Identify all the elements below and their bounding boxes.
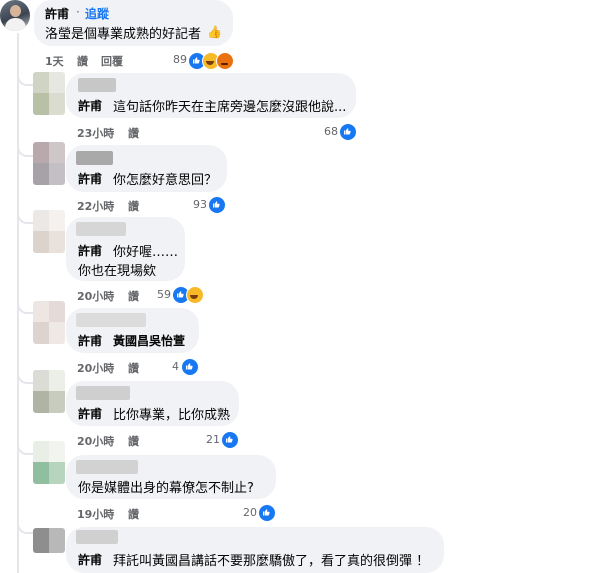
- comment-text: 洛瑩是個專業成熟的好記者: [45, 27, 202, 42]
- comment-time[interactable]: 20小時: [77, 433, 114, 449]
- comment-bubble: 許甫 黃國昌吳怡萱: [66, 308, 199, 353]
- avatar[interactable]: [33, 72, 65, 115]
- comment-time[interactable]: 22小時: [77, 198, 114, 214]
- comment-text-line-2: 你也在現場欸: [78, 264, 157, 279]
- like-button[interactable]: 讚: [128, 506, 139, 522]
- reaction-count[interactable]: 93: [193, 198, 207, 211]
- avatar[interactable]: [33, 142, 65, 185]
- comment-time[interactable]: 23小時: [77, 125, 114, 141]
- mention-tag[interactable]: 許甫: [78, 170, 102, 187]
- like-button[interactable]: 讚: [128, 198, 139, 214]
- angry-reaction-icon: [216, 52, 234, 70]
- comment-bubble: 許甫 你好喔…… 你也在現場欸: [66, 217, 185, 281]
- comment-text: 拜託叫黃國昌講話不要那麼驕傲了，看了真的很倒彈 ！: [113, 554, 430, 569]
- reply-button[interactable]: 回覆: [101, 53, 123, 69]
- thumbs-up-reaction-icon: [181, 358, 199, 376]
- follow-button[interactable]: 追蹤: [85, 5, 109, 22]
- like-button[interactable]: 讚: [128, 125, 139, 141]
- avatar[interactable]: [0, 0, 30, 31]
- comment-bubble: 許甫 比你專業，比你成熟: [66, 381, 239, 426]
- like-button[interactable]: 讚: [128, 433, 139, 449]
- mention-tag[interactable]: 許甫: [78, 97, 102, 114]
- separator-dot: ·: [76, 5, 80, 19]
- blurred-name: [76, 222, 126, 236]
- comment-author[interactable]: 許甫: [45, 5, 69, 22]
- blurred-name: [78, 78, 116, 92]
- thumbs-up-emoji-icon: 👍: [207, 25, 222, 39]
- avatar[interactable]: [33, 441, 65, 484]
- comment-time[interactable]: 20小時: [77, 360, 114, 376]
- haha-reaction-icon: [186, 286, 204, 304]
- mention-tag[interactable]: 許甫: [78, 551, 102, 568]
- blurred-name: [76, 386, 130, 400]
- reaction-count[interactable]: 20: [243, 506, 257, 519]
- thumbs-up-reaction-icon: [208, 196, 226, 214]
- blurred-name: [76, 460, 138, 474]
- like-button[interactable]: 讚: [128, 360, 139, 376]
- reaction-count[interactable]: 4: [172, 360, 179, 373]
- comment-bubble: 許甫 拜託叫黃國昌講話不要那麼驕傲了，看了真的很倒彈 ！: [66, 527, 444, 573]
- comment-text: 你是媒體出身的幕僚怎不制止?: [78, 481, 254, 496]
- reaction-count[interactable]: 89: [173, 53, 187, 66]
- mention-tag[interactable]: 許甫: [78, 332, 102, 349]
- avatar[interactable]: [33, 370, 65, 413]
- reaction-count[interactable]: 68: [324, 125, 338, 138]
- mention-tag[interactable]: 許甫: [78, 405, 102, 422]
- thumbs-up-reaction-icon: [339, 123, 357, 141]
- reaction-count[interactable]: 21: [206, 433, 220, 446]
- mention-tag[interactable]: 黃國昌吳怡萱: [113, 332, 185, 349]
- comment-time[interactable]: 1天: [45, 53, 64, 69]
- comment-time[interactable]: 19小時: [77, 506, 114, 522]
- blurred-name: [76, 313, 146, 327]
- comment-text: 比你專業，比你成熟: [113, 408, 231, 423]
- mention-tag[interactable]: 許甫: [78, 242, 102, 259]
- like-button[interactable]: 讚: [128, 288, 139, 304]
- thumbs-up-reaction-icon: [221, 431, 239, 449]
- comment-time[interactable]: 20小時: [77, 288, 114, 304]
- avatar[interactable]: [33, 301, 65, 344]
- blurred-name: [76, 530, 118, 544]
- blurred-name: [76, 151, 113, 165]
- comment-bubble: 你是媒體出身的幕僚怎不制止?: [66, 455, 276, 499]
- thumbs-up-reaction-icon: [258, 504, 276, 522]
- comment-text-line-1: 你好喔……: [113, 245, 179, 260]
- avatar[interactable]: [33, 528, 65, 553]
- like-button[interactable]: 讚: [77, 53, 88, 69]
- comment-text: 這句話你昨天在主席旁邊怎麼沒跟他說...: [113, 100, 347, 115]
- reaction-count[interactable]: 59: [157, 288, 171, 301]
- comment-bubble: 許甫 · 追蹤 洛瑩是個專業成熟的好記者 👍: [34, 0, 233, 46]
- comment-bubble: 許甫 這句話你昨天在主席旁邊怎麼沒跟他說...: [66, 73, 356, 118]
- comment-text: 你怎麼好意思回？: [113, 173, 218, 188]
- comment-bubble: 許甫 你怎麼好意思回？: [66, 145, 227, 192]
- avatar[interactable]: [33, 210, 65, 253]
